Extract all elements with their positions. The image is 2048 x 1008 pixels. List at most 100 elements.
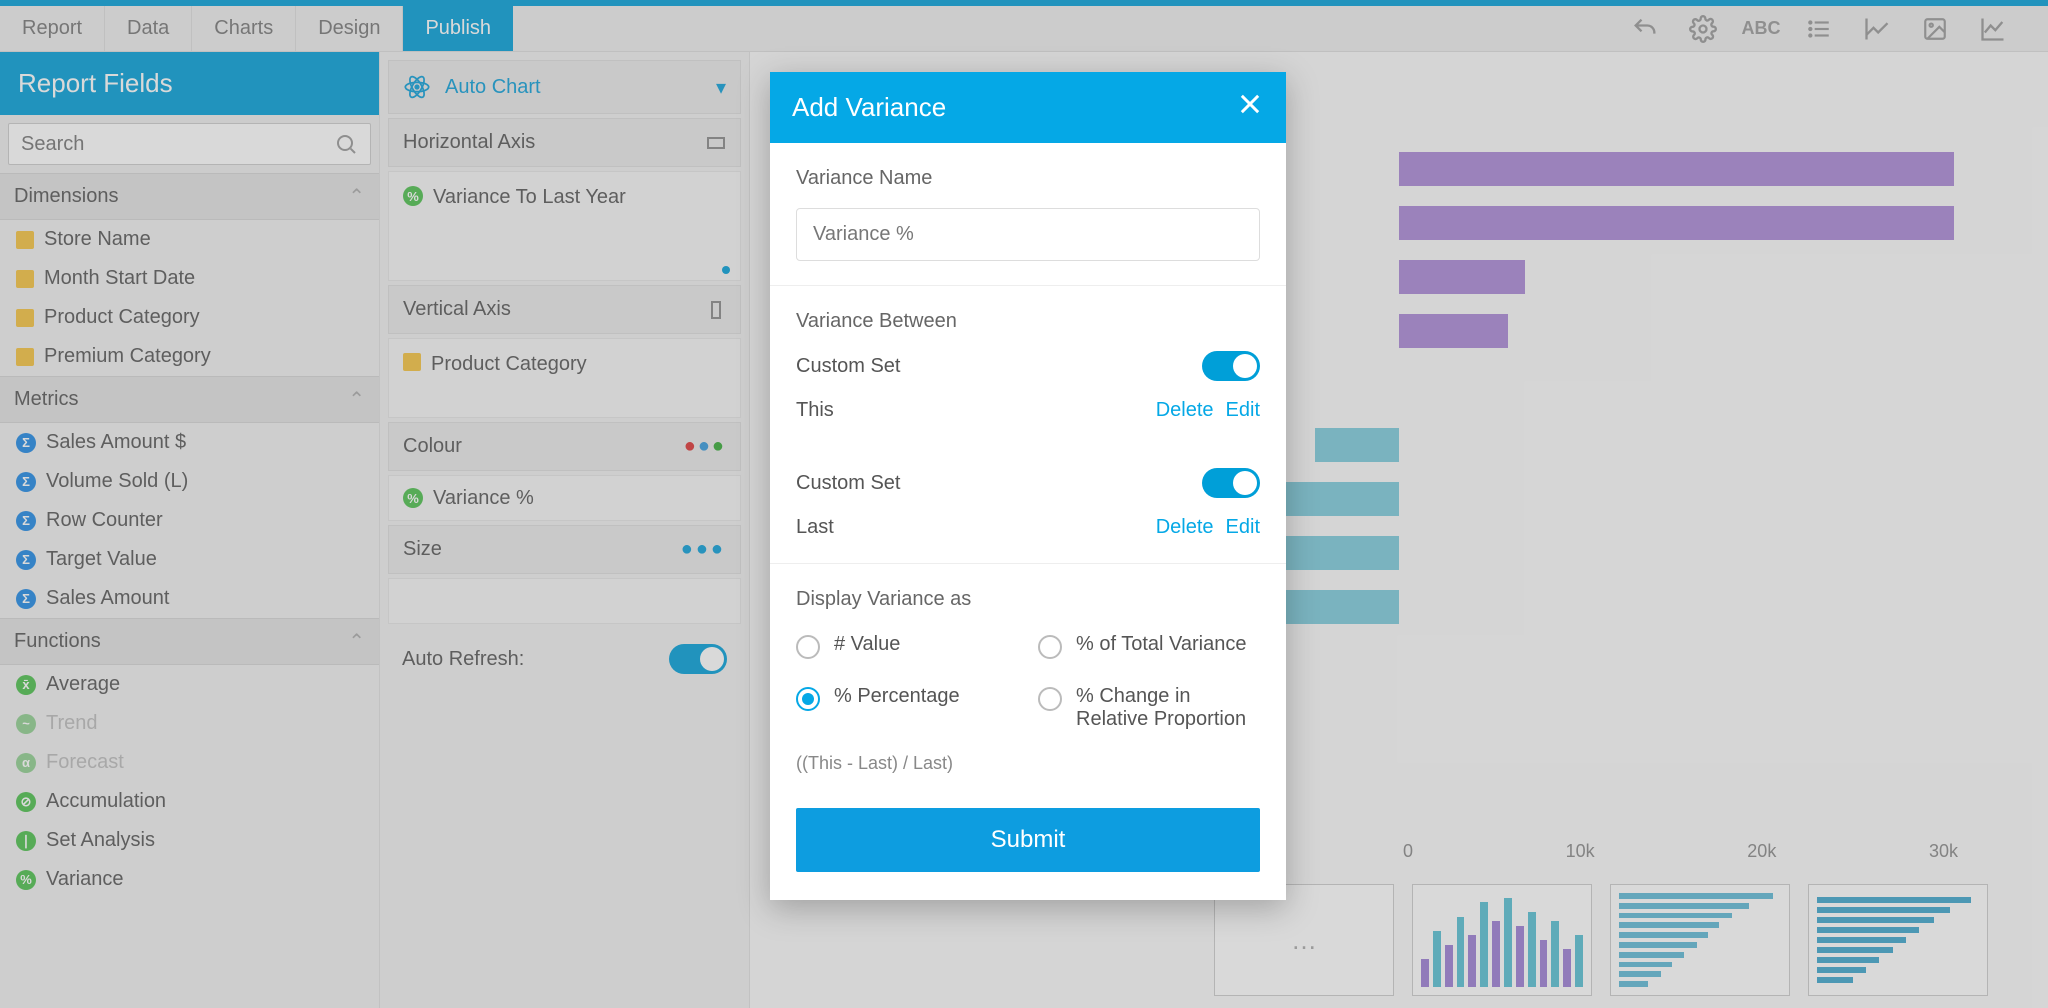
- auto-refresh-label: Auto Refresh:: [402, 648, 524, 671]
- functions-header[interactable]: Functions ⌃: [0, 618, 379, 665]
- haxis-icon: [706, 133, 726, 153]
- size-dropzone[interactable]: [388, 578, 741, 624]
- function-icon: ❘: [16, 831, 36, 851]
- set-2-edit-link[interactable]: Edit: [1226, 516, 1260, 539]
- variance-icon: %: [403, 186, 423, 206]
- haxis-label: Horizontal Axis: [403, 131, 535, 154]
- function-icon: ~: [16, 714, 36, 734]
- abc-icon[interactable]: ABC: [1746, 14, 1776, 44]
- set-2-name: Last: [796, 516, 834, 539]
- radio-total-variance[interactable]: % of Total Variance: [1038, 633, 1260, 659]
- chart-type-label: Auto Chart: [445, 76, 541, 99]
- custom-set-1-label: Custom Set: [796, 355, 900, 378]
- chart-bar: [1399, 206, 1954, 240]
- image-icon[interactable]: [1920, 14, 1950, 44]
- display-variance-label: Display Variance as: [796, 588, 1260, 611]
- variance-icon: %: [403, 488, 423, 508]
- tab-design[interactable]: Design: [296, 6, 403, 51]
- radio-percentage[interactable]: % Percentage: [796, 685, 1018, 731]
- chevron-down-icon: ▾: [716, 75, 726, 100]
- add-variance-modal: Add Variance Variance Name Variance Betw…: [770, 72, 1286, 900]
- haxis-field: Variance To Last Year: [433, 186, 626, 209]
- gear-icon[interactable]: [1688, 14, 1718, 44]
- function-item[interactable]: ⊘Accumulation: [0, 782, 379, 821]
- dimension-item[interactable]: Store Name: [0, 220, 379, 259]
- variance-name-label: Variance Name: [796, 167, 1260, 190]
- chevron-up-icon: ⌃: [348, 184, 365, 209]
- trend-up-icon[interactable]: [1862, 14, 1892, 44]
- haxis-dropzone[interactable]: % Variance To Last Year: [388, 171, 741, 281]
- atom-icon: [403, 73, 431, 101]
- thumb-hbars[interactable]: [1610, 884, 1790, 996]
- size-section: Size ●●●: [388, 525, 741, 574]
- tab-report[interactable]: Report: [0, 6, 105, 51]
- undo-icon[interactable]: [1630, 14, 1660, 44]
- dimension-icon: [403, 353, 421, 371]
- metric-item[interactable]: ΣSales Amount $: [0, 423, 379, 462]
- variance-between-label: Variance Between: [796, 310, 1260, 333]
- set-1-name: This: [796, 399, 834, 422]
- main-tabs: Report Data Charts Design Publish ABC: [0, 6, 2048, 52]
- tab-data[interactable]: Data: [105, 6, 192, 51]
- chevron-up-icon: ⌃: [348, 629, 365, 654]
- size-dots-icon: ●●●: [681, 538, 726, 561]
- chart-builder-panel: Auto Chart ▾ Horizontal Axis % Variance …: [380, 52, 750, 1008]
- set-2-delete-link[interactable]: Delete: [1156, 516, 1214, 539]
- axis-tick: 30k: [1929, 841, 1958, 862]
- set-1-delete-link[interactable]: Delete: [1156, 399, 1214, 422]
- chart-bar: [1399, 152, 1954, 186]
- function-item[interactable]: ❘Set Analysis: [0, 821, 379, 860]
- report-fields-panel: Report Fields Dimensions ⌃ Store NameMon…: [0, 52, 380, 1008]
- list-icon[interactable]: [1804, 14, 1834, 44]
- dimension-item[interactable]: Month Start Date: [0, 259, 379, 298]
- tab-charts[interactable]: Charts: [192, 6, 296, 51]
- metric-item[interactable]: ΣTarget Value: [0, 540, 379, 579]
- dimension-icon: [16, 309, 34, 327]
- vaxis-icon: [706, 300, 726, 320]
- thumb-bars[interactable]: [1412, 884, 1592, 996]
- vaxis-dropzone[interactable]: Product Category: [388, 338, 741, 418]
- variance-formula: ((This - Last) / Last): [796, 749, 1260, 774]
- function-item[interactable]: %Variance: [0, 860, 379, 899]
- metric-item[interactable]: ΣRow Counter: [0, 501, 379, 540]
- axis-tick: 0: [1403, 841, 1413, 862]
- metrics-header[interactable]: Metrics ⌃: [0, 376, 379, 423]
- chart-type-selector[interactable]: Auto Chart ▾: [388, 60, 741, 114]
- custom-set-1-toggle[interactable]: [1202, 351, 1260, 381]
- metric-item[interactable]: ΣSales Amount: [0, 579, 379, 618]
- function-item[interactable]: αForecast: [0, 743, 379, 782]
- size-label: Size: [403, 538, 442, 561]
- function-item[interactable]: ~Trend: [0, 704, 379, 743]
- metric-item[interactable]: ΣVolume Sold (L): [0, 462, 379, 501]
- sigma-icon: Σ: [16, 433, 36, 453]
- metrics-label: Metrics: [14, 388, 78, 411]
- tab-publish[interactable]: Publish: [403, 6, 513, 51]
- radio-relative-proportion[interactable]: % Change in Relative Proportion: [1038, 685, 1260, 731]
- panel-title: Report Fields: [0, 52, 379, 115]
- set-1-edit-link[interactable]: Edit: [1226, 399, 1260, 422]
- submit-button[interactable]: Submit: [796, 808, 1260, 872]
- dimension-icon: [16, 231, 34, 249]
- search-field[interactable]: [21, 133, 334, 156]
- colour-dropzone[interactable]: % Variance %: [388, 475, 741, 521]
- thumb-hbars-2[interactable]: [1808, 884, 1988, 996]
- chart-bar: [1399, 260, 1525, 294]
- thumb-placeholder[interactable]: …: [1214, 884, 1394, 996]
- dimensions-header[interactable]: Dimensions ⌃: [0, 173, 379, 220]
- chart-bar: [1315, 428, 1399, 462]
- axis-tick: 20k: [1747, 841, 1776, 862]
- colour-dots-icon: ●●●: [684, 435, 726, 458]
- radio-value[interactable]: # Value: [796, 633, 1018, 659]
- search-input[interactable]: [8, 123, 371, 165]
- line-chart-icon[interactable]: [1978, 14, 2008, 44]
- function-item[interactable]: x̄Average: [0, 665, 379, 704]
- custom-set-2-toggle[interactable]: [1202, 468, 1260, 498]
- sigma-icon: Σ: [16, 511, 36, 531]
- vaxis-label: Vertical Axis: [403, 298, 511, 321]
- auto-refresh-toggle[interactable]: [669, 644, 727, 674]
- variance-name-input[interactable]: [796, 208, 1260, 261]
- functions-label: Functions: [14, 630, 101, 653]
- dimension-item[interactable]: Premium Category: [0, 337, 379, 376]
- dimension-item[interactable]: Product Category: [0, 298, 379, 337]
- close-icon[interactable]: [1236, 90, 1264, 125]
